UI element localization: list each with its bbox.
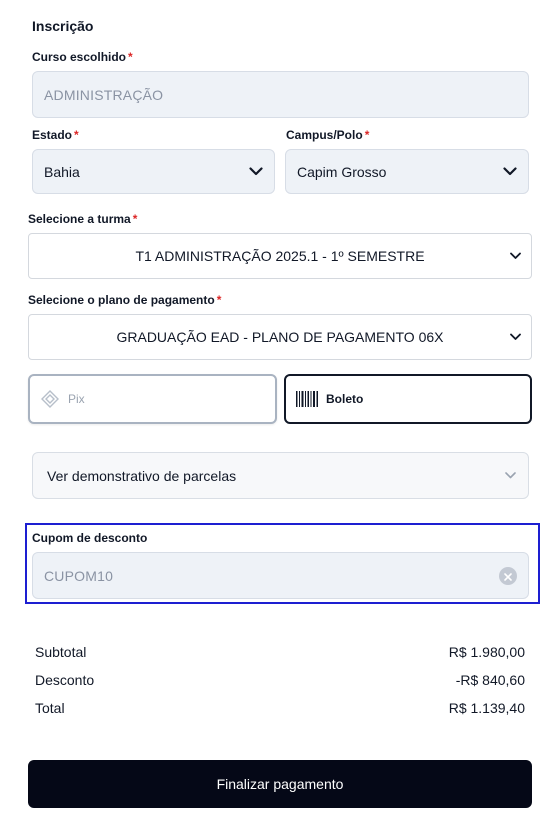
summary-value: -R$ 840,60 bbox=[455, 672, 525, 688]
summary-row-discount: Desconto -R$ 840,60 bbox=[35, 672, 525, 688]
required-mark: * bbox=[364, 128, 370, 142]
coupon-input[interactable]: CUPOM10 bbox=[32, 552, 529, 599]
state-value: Bahia bbox=[44, 163, 80, 180]
course-label: Curso escolhido * bbox=[32, 50, 133, 64]
course-label-text: Curso escolhido bbox=[32, 50, 127, 64]
state-select[interactable]: Bahia bbox=[32, 149, 275, 194]
course-value: ADMINISTRAÇÃO bbox=[44, 86, 164, 103]
chevron-down-icon bbox=[249, 167, 263, 176]
class-value: T1 ADMINISTRAÇÃO 2025.1 - 1º SEMESTRE bbox=[135, 248, 425, 264]
installments-accordion[interactable]: Ver demonstrativo de parcelas bbox=[32, 452, 529, 499]
finish-payment-button[interactable]: Finalizar pagamento bbox=[28, 760, 532, 808]
summary-value: R$ 1.980,00 bbox=[448, 644, 525, 660]
barcode-icon bbox=[296, 391, 318, 407]
class-label-text: Selecione a turma bbox=[28, 212, 131, 226]
plan-select[interactable]: GRADUAÇÃO EAD - PLANO DE PAGAMENTO 06X bbox=[28, 314, 532, 360]
chevron-down-icon bbox=[503, 167, 517, 176]
plan-label: Selecione o plano de pagamento * bbox=[28, 293, 221, 307]
campus-label: Campus/Polo * bbox=[286, 128, 369, 142]
course-field: ADMINISTRAÇÃO bbox=[32, 71, 529, 118]
required-mark: * bbox=[128, 50, 133, 64]
required-mark: * bbox=[74, 128, 79, 142]
coupon-label: Cupom de desconto bbox=[32, 531, 148, 545]
pix-icon bbox=[40, 389, 60, 409]
enrollment-form: Inscrição Curso escolhido * ADMINISTRAÇÃO… bbox=[0, 0, 556, 826]
form-title: Inscrição bbox=[32, 18, 94, 34]
boleto-label: Boleto bbox=[326, 392, 364, 406]
payment-option-boleto[interactable]: Boleto bbox=[284, 374, 532, 424]
summary-row-total: Total R$ 1.139,40 bbox=[35, 700, 525, 716]
state-label: Estado * bbox=[32, 128, 79, 142]
plan-value: GRADUAÇÃO EAD - PLANO DE PAGAMENTO 06X bbox=[116, 329, 444, 345]
installments-label: Ver demonstrativo de parcelas bbox=[47, 467, 237, 484]
clear-coupon-button[interactable] bbox=[499, 566, 517, 585]
state-label-text: Estado bbox=[32, 128, 73, 142]
close-icon bbox=[504, 568, 512, 584]
class-select[interactable]: T1 ADMINISTRAÇÃO 2025.1 - 1º SEMESTRE bbox=[28, 233, 532, 279]
plan-label-text: Selecione o plano de pagamento bbox=[28, 293, 215, 307]
summary-label: Total bbox=[35, 700, 65, 716]
summary-label: Desconto bbox=[35, 672, 95, 688]
summary-row-subtotal: Subtotal R$ 1.980,00 bbox=[35, 644, 525, 660]
required-mark: * bbox=[132, 212, 138, 226]
campus-label-text: Campus/Polo bbox=[286, 128, 363, 142]
summary-value: R$ 1.139,40 bbox=[448, 700, 525, 716]
coupon-value: CUPOM10 bbox=[44, 567, 114, 584]
payment-option-pix[interactable]: Pix bbox=[28, 374, 277, 424]
chevron-down-icon bbox=[510, 252, 521, 260]
campus-select[interactable]: Capim Grosso bbox=[285, 149, 529, 194]
campus-value: Capim Grosso bbox=[297, 163, 387, 180]
required-mark: * bbox=[216, 293, 222, 307]
chevron-down-icon bbox=[505, 472, 516, 479]
chevron-down-icon bbox=[510, 333, 521, 341]
pix-label: Pix bbox=[68, 392, 85, 406]
summary-label: Subtotal bbox=[35, 644, 87, 660]
class-label: Selecione a turma * bbox=[28, 212, 137, 226]
